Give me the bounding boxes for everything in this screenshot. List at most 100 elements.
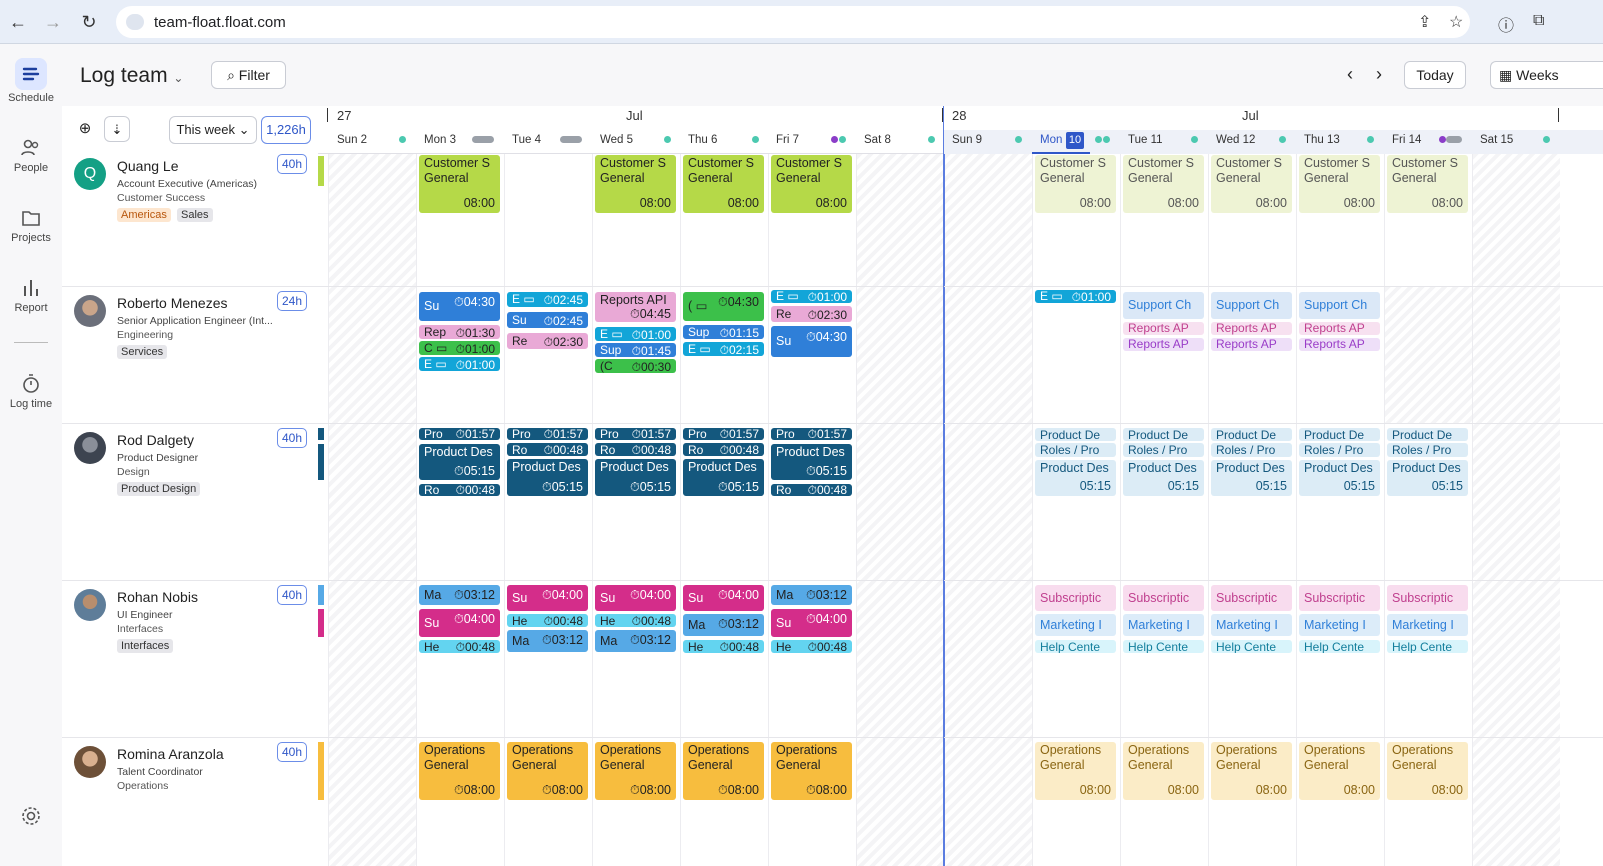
task-card[interactable]: E ▭ ⏱01:00 — [419, 357, 500, 371]
task-card[interactable]: Operations General ⏱08:00 — [683, 742, 764, 800]
task-card[interactable]: Su ⏱04:30 — [419, 292, 500, 321]
task-card[interactable]: Product Des ⏱05:15 — [595, 459, 676, 496]
task-card[interactable]: Customer S General 08:00 — [683, 155, 764, 213]
forward-icon[interactable]: → — [43, 12, 63, 32]
task-card[interactable]: Product Des 05:15 — [1211, 460, 1292, 496]
task-card[interactable]: E ▭ ⏱01:00 — [595, 327, 676, 341]
task-card[interactable]: Product Des ⏱05:15 — [419, 444, 500, 480]
task-card[interactable]: Ro ⏱00:48 — [771, 484, 852, 496]
task-card[interactable]: Support Ch — [1211, 292, 1292, 319]
task-card[interactable]: Product De — [1299, 428, 1380, 441]
hours-badge[interactable]: 40h — [277, 154, 308, 174]
task-card[interactable]: Pro ⏱01:57 — [507, 428, 588, 440]
add-person-icon[interactable]: ⊕ — [72, 116, 98, 142]
bookmark-star-icon[interactable]: ☆ — [1449, 12, 1463, 32]
task-card[interactable]: Product De — [1035, 428, 1116, 441]
task-card[interactable]: Su ⏱02:45 — [507, 312, 588, 328]
task-card[interactable]: Ma ⏱03:12 — [771, 585, 852, 605]
task-card[interactable]: Product Des ⏱05:15 — [771, 444, 852, 480]
task-card[interactable]: Operations General 08:00 — [1123, 742, 1204, 800]
prev-arrow-icon[interactable]: ‹ — [1347, 64, 1353, 85]
task-card[interactable]: He ⏱00:48 — [771, 640, 852, 653]
task-card[interactable]: Operations General 08:00 — [1035, 742, 1116, 800]
sidebar-item-report[interactable]: Report — [0, 276, 62, 314]
task-card[interactable]: E ▭ ⏱02:15 — [683, 342, 764, 356]
site-info-icon[interactable] — [126, 14, 144, 30]
task-card[interactable]: Subscriptic — [1299, 585, 1380, 611]
task-card[interactable]: Customer S General 08:00 — [1299, 155, 1380, 213]
task-card[interactable]: Subscriptic — [1035, 585, 1116, 611]
person-row[interactable]: Rohan Nobis UI Engineer Interfaces Inter… — [62, 585, 318, 737]
task-card[interactable]: Ro ⏱00:48 — [683, 443, 764, 456]
task-card[interactable]: Reports API ⏱04:45 — [595, 292, 676, 322]
sidebar-item-log-time[interactable]: Log time — [0, 372, 62, 410]
task-card[interactable]: Ro ⏱00:48 — [419, 484, 500, 496]
total-hours-badge[interactable]: 1,226h — [261, 116, 311, 144]
sidebar-item-schedule[interactable]: Schedule — [0, 58, 62, 104]
hours-badge[interactable]: 24h — [277, 291, 308, 311]
task-card[interactable]: Subscriptic — [1211, 585, 1292, 611]
task-card[interactable]: Pro ⏱01:57 — [771, 428, 852, 440]
task-card[interactable]: Ma ⏱03:12 — [507, 630, 588, 652]
task-card[interactable]: E ▭ ⏱02:45 — [507, 292, 588, 307]
task-card[interactable]: Customer S General 08:00 — [1123, 155, 1204, 213]
task-card[interactable]: Product Des 05:15 — [1035, 460, 1116, 496]
person-row[interactable]: Roberto Menezes Senior Application Engin… — [62, 291, 318, 423]
task-card[interactable]: Ro ⏱00:48 — [595, 443, 676, 456]
task-card[interactable]: Marketing I — [1299, 614, 1380, 636]
sidebar-item-people[interactable]: People — [0, 136, 62, 174]
today-button[interactable]: Today — [1404, 61, 1466, 89]
page-title[interactable]: Log team ⌄ — [80, 64, 183, 88]
task-card[interactable]: Su ⏱04:30 — [771, 326, 852, 357]
task-card[interactable]: Marketing I — [1387, 614, 1468, 636]
task-card[interactable]: Su ⏱04:00 — [419, 609, 500, 637]
next-arrow-icon[interactable]: › — [1376, 64, 1382, 85]
task-card[interactable]: Reports AP — [1211, 338, 1292, 351]
task-card[interactable]: Product Des ⏱05:15 — [507, 459, 588, 496]
extension-icon[interactable]: ⓘ — [1498, 12, 1514, 36]
task-card[interactable]: Product Des 05:15 — [1299, 460, 1380, 496]
task-card[interactable]: C ▭ ⏱01:00 — [419, 341, 500, 355]
task-card[interactable]: Operations General ⏱08:00 — [507, 742, 588, 800]
task-card[interactable]: Operations General ⏱08:00 — [771, 742, 852, 800]
task-card[interactable]: Reports AP — [1123, 322, 1204, 335]
person-row[interactable]: Q Quang Le Account Executive (Americas) … — [62, 154, 318, 286]
task-card[interactable]: Reports AP — [1299, 322, 1380, 335]
task-card[interactable]: Reports AP — [1123, 338, 1204, 351]
task-card[interactable]: Sup ⏱01:45 — [595, 343, 676, 357]
task-card[interactable]: Ma ⏱03:12 — [683, 614, 764, 636]
task-card[interactable]: Customer S General 08:00 — [771, 155, 852, 213]
task-card[interactable]: Reports AP — [1299, 338, 1380, 351]
hours-badge[interactable]: 40h — [277, 742, 308, 762]
puzzle-icon[interactable]: ⧉ — [1533, 12, 1544, 30]
task-card[interactable]: He ⏱00:48 — [595, 614, 676, 627]
task-card[interactable]: Help Cente — [1123, 640, 1204, 653]
task-card[interactable]: Su ⏱04:00 — [507, 585, 588, 611]
task-card[interactable]: He ⏱00:48 — [419, 640, 500, 653]
task-card[interactable]: Operations General ⏱08:00 — [419, 742, 500, 800]
gear-icon[interactable] — [19, 804, 43, 828]
task-card[interactable]: Product De — [1211, 428, 1292, 441]
task-card[interactable]: Operations General ⏱08:00 — [595, 742, 676, 800]
sidebar-item-projects[interactable]: Projects — [0, 206, 62, 244]
task-card[interactable]: Customer S General 08:00 — [1387, 155, 1468, 213]
task-card[interactable]: Product Des ⏱05:15 — [683, 459, 764, 496]
task-card[interactable]: E ▭ ⏱01:00 — [1035, 290, 1116, 303]
task-card[interactable]: He ⏱00:48 — [507, 614, 588, 627]
view-weeks-button[interactable]: ▦ Weeks — [1490, 61, 1603, 89]
filter-button[interactable]: ⌕ Filter — [211, 61, 286, 89]
task-card[interactable]: Product De — [1123, 428, 1204, 441]
range-select[interactable]: This week ⌄ — [169, 116, 257, 144]
task-card[interactable]: Rep ⏱01:30 — [419, 325, 500, 339]
task-card[interactable]: Product Des 05:15 — [1387, 460, 1468, 496]
task-card[interactable]: Marketing I — [1211, 614, 1292, 636]
task-card[interactable]: Help Cente — [1299, 640, 1380, 653]
task-card[interactable]: Roles / Pro — [1035, 443, 1116, 457]
task-card[interactable]: He ⏱00:48 — [683, 640, 764, 653]
task-card[interactable]: Operations General 08:00 — [1211, 742, 1292, 800]
person-row[interactable]: Rod Dalgety Product Designer Design Prod… — [62, 428, 318, 580]
task-card[interactable]: Customer S General 08:00 — [1035, 155, 1116, 213]
task-card[interactable]: Support Ch — [1123, 292, 1204, 319]
task-card[interactable]: E ▭ ⏱01:00 — [771, 290, 852, 303]
task-card[interactable]: Help Cente — [1211, 640, 1292, 653]
